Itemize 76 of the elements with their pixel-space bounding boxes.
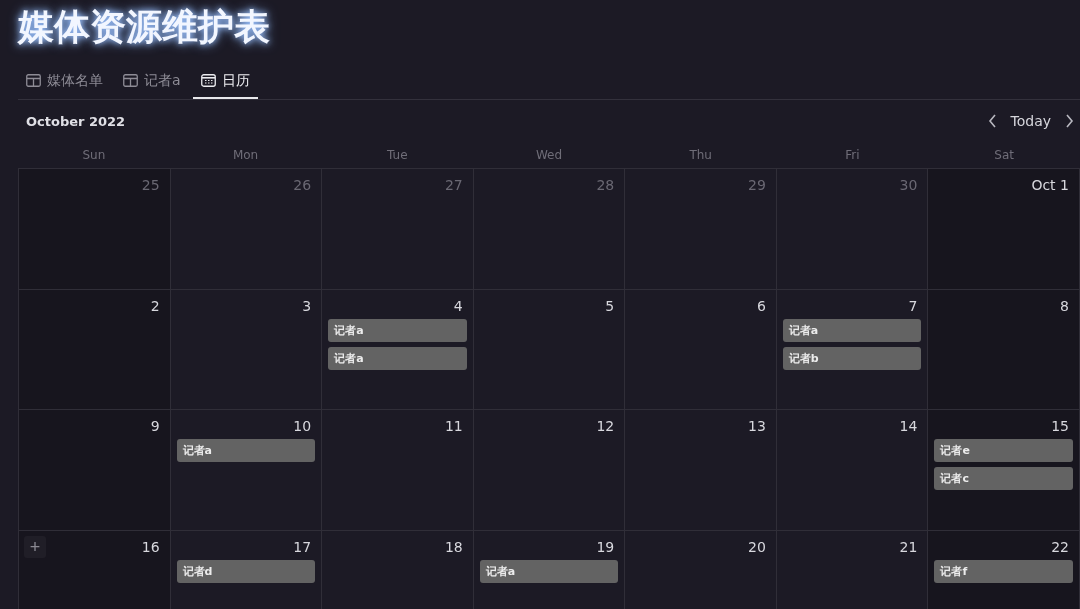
day-number: 4 (453, 297, 464, 314)
day-number: 7 (908, 297, 919, 314)
day-cell[interactable]: 22 记者f (928, 530, 1080, 609)
day-cell[interactable]: 13 (625, 410, 777, 531)
event-chip[interactable]: 记者e (934, 439, 1073, 462)
day-number: 2 (150, 297, 161, 314)
day-number: 5 (605, 297, 616, 314)
page-title: 媒体资源维护表 (16, 5, 270, 49)
day-cell[interactable]: + 16 (19, 530, 171, 609)
day-cell[interactable]: 12 (473, 410, 626, 531)
weekday-label: Sun (82, 148, 106, 162)
day-number: 27 (444, 177, 464, 193)
day-number: 6 (756, 297, 767, 314)
day-number: 30 (899, 177, 919, 193)
event-chip[interactable]: 记者a (328, 346, 467, 370)
weekday-label: Tue (387, 148, 408, 162)
day-cell[interactable]: 2 (19, 289, 171, 410)
event-chip[interactable]: 记者a (782, 318, 922, 342)
event-chip[interactable]: 记者a (479, 559, 619, 583)
today-button[interactable]: Today (1006, 111, 1055, 131)
event-chip[interactable]: 记者a (176, 439, 316, 462)
day-number: 11 (444, 418, 464, 434)
table-icon (123, 74, 138, 87)
weekday-label: Wed (535, 148, 563, 162)
day-cell[interactable]: 19 记者a (473, 530, 626, 609)
day-number: 18 (444, 538, 464, 555)
day-number: 21 (899, 538, 919, 555)
day-cell[interactable]: 3 (170, 289, 323, 410)
day-number: 29 (748, 177, 767, 193)
day-cell[interactable]: 11 (322, 410, 474, 531)
add-button[interactable]: + (24, 535, 46, 558)
event-chip[interactable]: 记者a (328, 318, 467, 342)
day-number: 8 (1060, 297, 1070, 314)
day-number: 15 (1051, 418, 1070, 434)
day-number: 3 (302, 297, 313, 314)
day-number: 28 (596, 177, 616, 193)
day-number: 19 (596, 538, 616, 555)
day-number: 26 (293, 177, 313, 193)
day-number: 13 (748, 418, 767, 434)
day-cell[interactable]: 20 (625, 530, 777, 609)
day-number: 10 (293, 418, 313, 434)
day-number: 16 (141, 538, 161, 555)
view-tab[interactable]: 日历 (192, 64, 258, 99)
view-tab[interactable]: 媒体名单 (18, 64, 111, 99)
event-chip[interactable]: 记者d (176, 559, 316, 583)
day-cell[interactable]: 8 (928, 289, 1080, 410)
day-number: 17 (293, 538, 313, 555)
event-chip[interactable]: 记者f (934, 559, 1073, 583)
day-number: 12 (596, 418, 616, 434)
day-number: 22 (1051, 538, 1070, 555)
next-button[interactable] (1063, 112, 1076, 130)
weekday-label: Sat (994, 148, 1014, 162)
event-chip[interactable]: 记者b (782, 346, 922, 370)
event-chip[interactable]: 记者c (934, 467, 1073, 490)
day-cell[interactable]: 4 记者a 记者a (322, 289, 474, 410)
day-cell[interactable]: Oct 1 (928, 169, 1080, 290)
calendar-icon (200, 74, 216, 87)
day-number: 25 (141, 177, 161, 193)
day-cell[interactable]: 9 (19, 410, 171, 531)
weekday-label: Mon (232, 148, 259, 162)
day-cell[interactable]: 18 (322, 530, 474, 609)
view-tab[interactable]: 记者a (115, 64, 189, 99)
weekday-label: Thu (689, 148, 712, 162)
month-label: October 2022 (25, 113, 126, 129)
day-number: 14 (899, 418, 919, 434)
day-cell[interactable]: 17 记者d (170, 530, 323, 609)
day-number: 9 (150, 418, 161, 434)
day-cell[interactable]: 10 记者a (170, 410, 323, 531)
table-icon (26, 74, 41, 87)
day-number: 20 (748, 538, 767, 555)
day-cell[interactable]: 15 记者e 记者c (928, 410, 1080, 531)
day-cell[interactable]: 5 (473, 289, 626, 410)
day-cell[interactable]: 6 (625, 289, 777, 410)
day-number: Oct 1 (1031, 177, 1070, 193)
day-cell[interactable]: 7 记者a 记者b (776, 289, 929, 410)
weekday-label: Fri (845, 148, 860, 162)
